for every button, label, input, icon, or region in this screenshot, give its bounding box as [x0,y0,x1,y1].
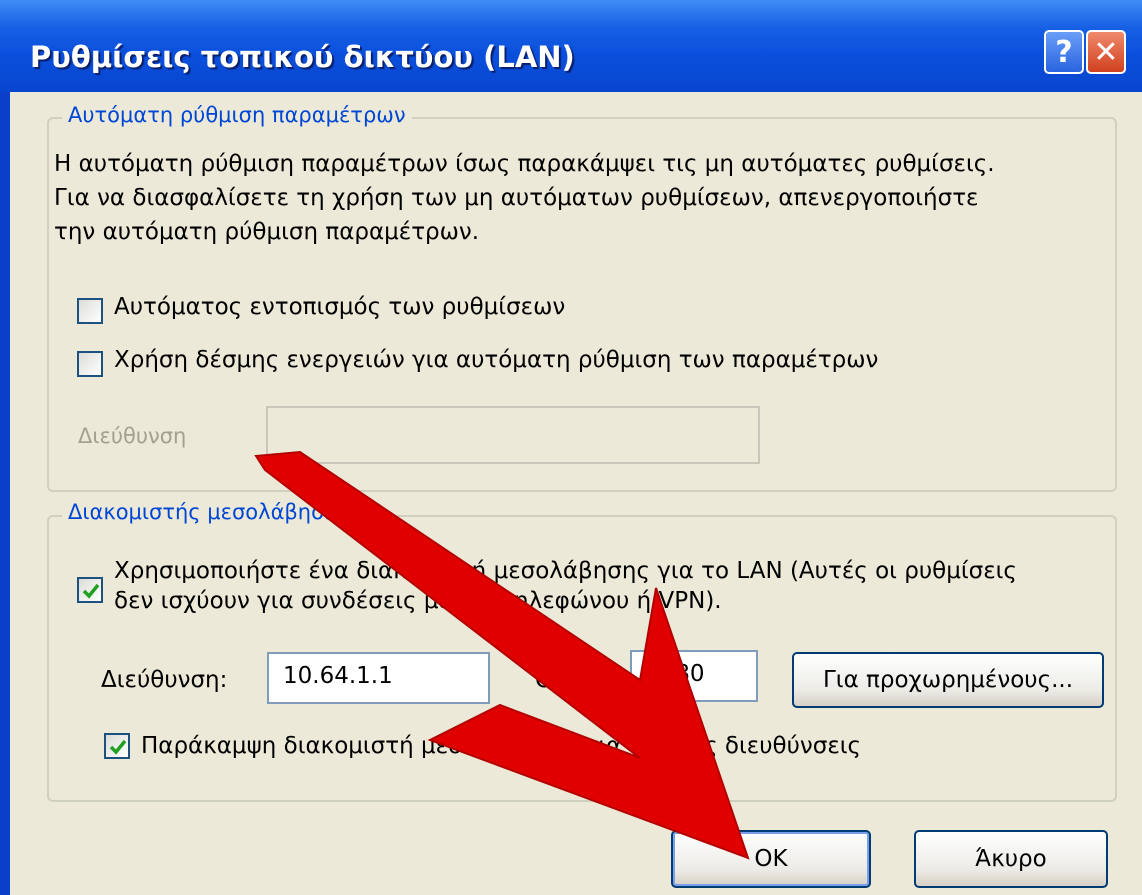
advanced-button-label: Για προχωρημένους... [822,667,1074,693]
check-icon [109,739,127,755]
auto-config-description-line-1: Η αυτόματη ρύθμιση παραμέτρων ίσως παρακ… [54,151,995,177]
cancel-button[interactable]: Άκυρο [914,830,1108,888]
dialog-body: Αυτόματη ρύθμιση παραμέτρων Η αυτόματη ρ… [10,92,1142,895]
auto-detect-checkbox[interactable] [77,298,103,324]
help-button-glyph: ? [1055,34,1073,70]
title-bar[interactable]: Ρυθμίσεις τοπικού δικτύου (LAN) ? ✕ [0,0,1142,92]
lan-settings-window: Ρυθμίσεις τοπικού δικτύου (LAN) ? ✕ Αυτό… [0,0,1142,895]
proxy-address-input[interactable]: 10.64.1.1 [267,652,490,704]
script-address-label: Διεύθυνση [78,424,187,448]
ok-button-label: OK [754,846,788,872]
proxy-address-label: Διεύθυνση: [101,667,228,693]
close-icon[interactable]: ✕ [1086,30,1126,74]
use-proxy-checkbox[interactable] [77,577,103,603]
help-icon[interactable]: ? [1044,30,1084,74]
auto-detect-label[interactable]: Αυτόματος εντοπισμός των ρυθμίσεων [114,294,565,320]
proxy-port-label: Θύρα: [535,667,604,693]
bypass-local-checkbox[interactable] [104,733,130,759]
use-proxy-label-line-1[interactable]: Χρησιμοποιήστε ένα διακομιστή μεσολάβηση… [114,558,1017,584]
ok-button[interactable]: OK [671,830,871,888]
use-proxy-label-line-2[interactable]: δεν ισχύουν για συνδέσεις μέσου τηλεφώνο… [114,588,722,614]
use-script-label[interactable]: Χρήση δέσμης ενεργειών για αυτόματη ρύθμ… [114,347,878,373]
script-address-input[interactable] [266,406,760,464]
auto-config-description-line-2: Για να διασφαλίσετε τη χρήση των μη αυτό… [54,185,979,211]
close-button-glyph: ✕ [1093,34,1119,70]
window-title: Ρυθμίσεις τοπικού δικτύου (LAN) [30,40,575,74]
proxy-legend: Διακομιστής μεσολάβησης [62,500,357,524]
advanced-button[interactable]: Για προχωρημένους... [792,652,1104,708]
auto-config-legend: Αυτόματη ρύθμιση παραμέτρων [62,103,412,127]
cancel-button-label: Άκυρο [975,846,1047,872]
proxy-port-input[interactable]: 8080 [630,650,758,702]
use-script-checkbox[interactable] [77,351,103,377]
check-icon [82,583,100,599]
auto-config-description-line-3: την αυτόματη ρύθμιση παραμέτρων. [54,219,480,245]
bypass-local-label[interactable]: Παράκαμψη διακομιστή μεσολάβησης για τοπ… [141,733,861,759]
